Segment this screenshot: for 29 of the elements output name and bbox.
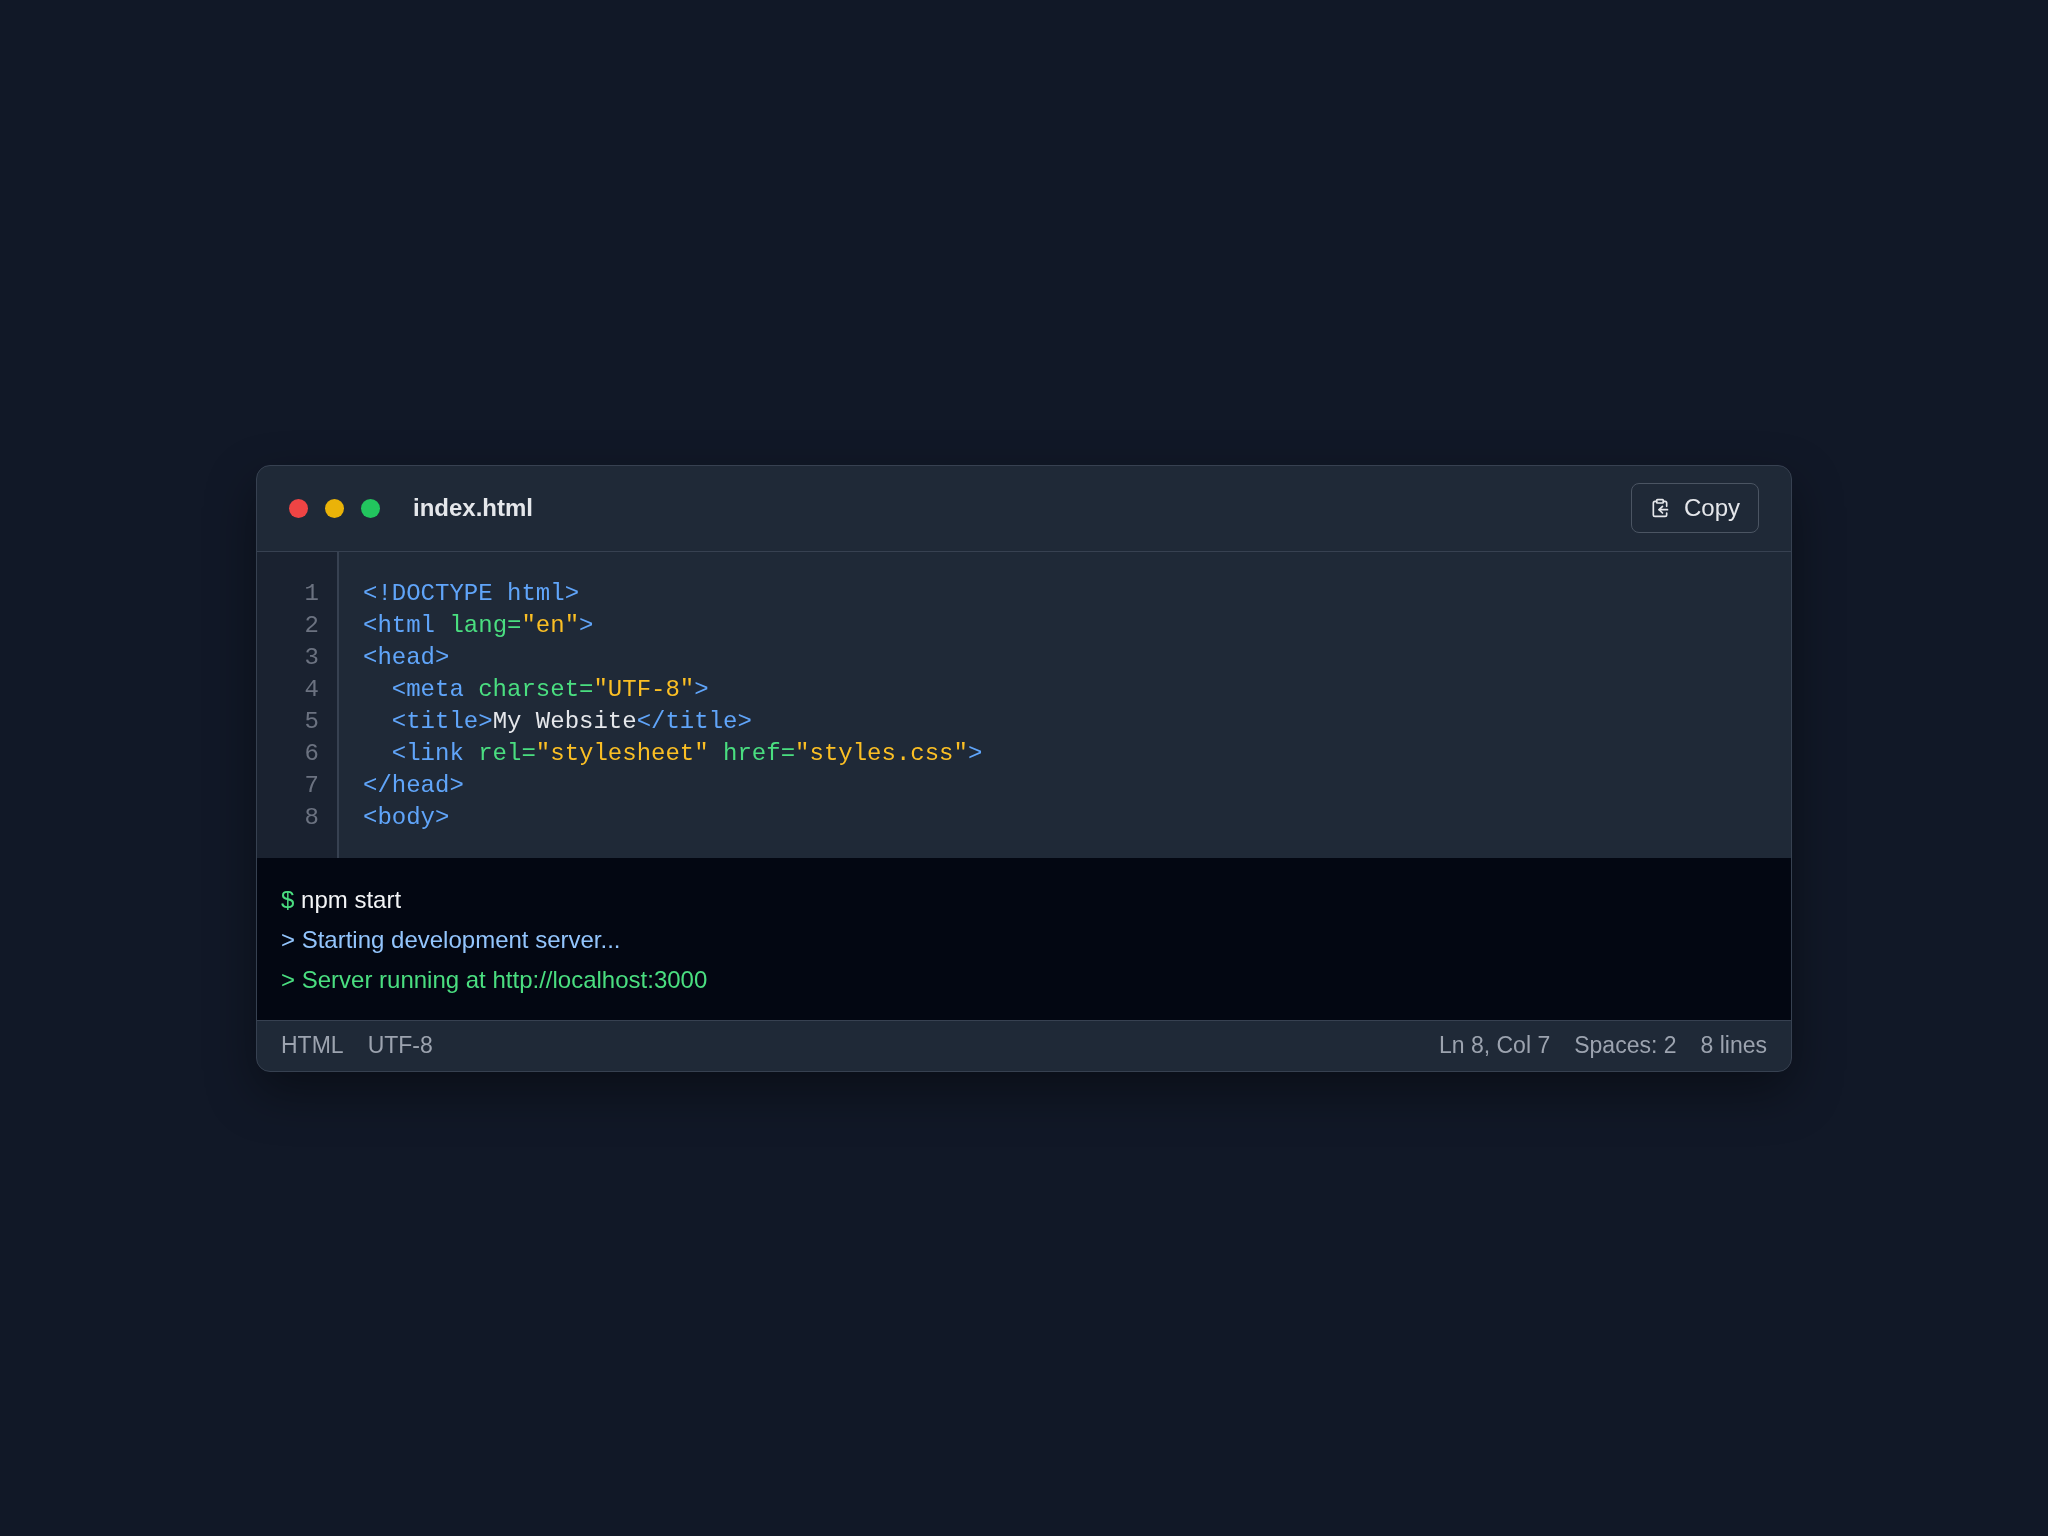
status-item: HTML	[281, 1032, 344, 1059]
terminal-line: > Server running at http://localhost:3000	[281, 964, 709, 995]
line-number: 7	[304, 770, 320, 801]
file-name: index.html	[413, 494, 533, 522]
line-number: 8	[304, 802, 320, 833]
maximize-button[interactable]	[361, 498, 380, 518]
terminal-line: $ npm start	[281, 884, 403, 915]
status-item: Ln 8, Col 7	[1438, 1032, 1551, 1059]
code-line: <title>My Website</title>	[390, 706, 753, 737]
line-number: 5	[304, 706, 320, 737]
minimize-button[interactable]	[325, 498, 344, 518]
line-number: 3	[304, 642, 320, 673]
code-line: <link rel="stylesheet" href="styles.css">	[390, 738, 983, 769]
code-line: </head>	[363, 770, 465, 801]
status-item: UTF-8	[367, 1032, 433, 1059]
status-item: Spaces: 2	[1574, 1032, 1677, 1059]
status-item: 8 lines	[1700, 1032, 1767, 1059]
code-line: <body>	[363, 802, 451, 833]
copy-button[interactable]: Copy	[1630, 483, 1759, 533]
code-line: <!DOCTYPE html>	[363, 578, 581, 609]
line-number: 1	[304, 578, 320, 609]
line-number: 6	[304, 738, 320, 769]
code-line: <head>	[363, 642, 451, 673]
terminal-line: > Starting development server...	[281, 924, 622, 955]
close-button[interactable]	[289, 498, 308, 518]
line-number: 2	[304, 610, 320, 641]
code-line: <html lang="en">	[363, 610, 595, 641]
code-line: <meta charset="UTF-8">	[390, 674, 710, 705]
line-number: 4	[304, 674, 320, 705]
